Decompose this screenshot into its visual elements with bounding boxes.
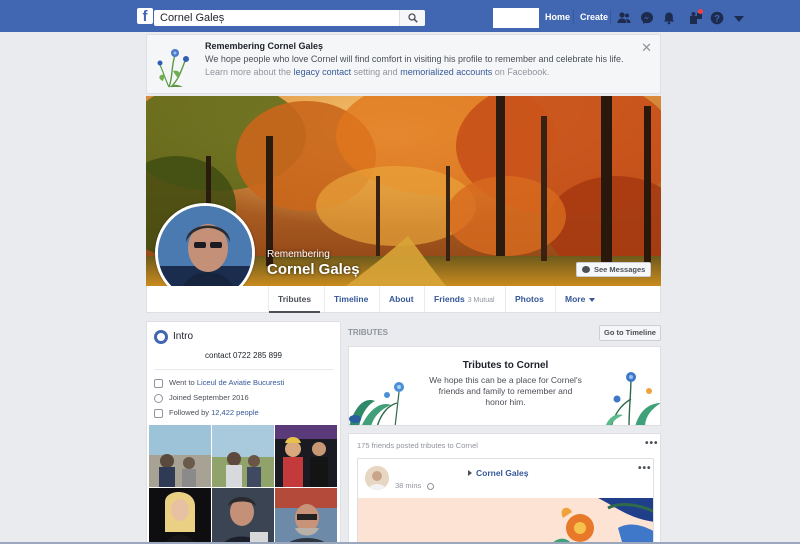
go-to-timeline-button[interactable]: Go to Timeline <box>599 325 661 341</box>
photo-image <box>212 425 274 487</box>
tab-about[interactable]: About <box>379 286 423 312</box>
photo-thumbnail[interactable] <box>212 425 274 487</box>
chevron-down-icon <box>589 297 596 302</box>
tributes-card-text: We hope this can be a place for Cornel's… <box>429 375 582 407</box>
rss-icon <box>154 408 163 418</box>
home-link[interactable]: Home <box>545 12 570 22</box>
create-link[interactable]: Create <box>580 12 608 22</box>
triangle-right-icon <box>468 470 472 476</box>
tab-photos[interactable]: Photos <box>505 286 553 312</box>
memorial-banner: Remembering Cornel Galeș We hope people … <box>146 34 661 94</box>
search-input[interactable] <box>154 10 399 26</box>
notification-badge <box>698 9 703 14</box>
flowers-right-icon <box>605 372 660 425</box>
see-messages-button[interactable]: See Messages <box>576 262 651 277</box>
clock-icon <box>154 393 163 403</box>
facebook-logo[interactable]: f <box>137 8 153 24</box>
photo-thumbnail[interactable] <box>149 488 211 543</box>
flowers-icon <box>157 49 189 88</box>
learn-more-middle: setting and <box>353 67 398 77</box>
profile-shortcut[interactable] <box>493 8 539 28</box>
search-icon <box>408 13 418 23</box>
photo-thumbnail[interactable] <box>212 488 274 543</box>
post-image[interactable] <box>358 498 653 543</box>
learn-more-suffix: on Facebook. <box>494 67 550 77</box>
help-icon[interactable]: ? <box>710 11 724 25</box>
tab-more[interactable]: More <box>555 286 604 312</box>
avatar[interactable] <box>365 466 389 490</box>
learn-more-prefix: Learn more about the <box>205 67 292 77</box>
chevron-down-icon[interactable] <box>732 13 746 27</box>
photo-image <box>212 488 274 543</box>
post-image-art <box>358 498 653 543</box>
photo-thumbnail[interactable] <box>275 488 337 543</box>
tab-label: Timeline <box>334 294 369 304</box>
photo-image <box>275 425 337 487</box>
flowers-left-icon <box>349 382 404 425</box>
intro-card: Intro contact 0722 285 899 Went to Liceu… <box>146 321 341 544</box>
avatar-image <box>365 466 389 490</box>
tab-tributes[interactable]: Tributes <box>268 286 321 313</box>
messenger-icon[interactable] <box>640 11 654 25</box>
messenger-icon <box>582 266 590 273</box>
joined-row: Joined September 2016 <box>154 393 249 403</box>
see-messages-label: See Messages <box>594 265 646 274</box>
tab-timeline[interactable]: Timeline <box>324 286 377 312</box>
photo-thumbnail[interactable] <box>149 425 211 487</box>
more-options-icon[interactable]: ••• <box>645 438 659 449</box>
school-link[interactable]: Liceul de Aviatie Bucuresti <box>197 378 284 387</box>
notifications-icon[interactable] <box>662 11 676 25</box>
profile-tabs: Tributes Timeline About Friends 3 Mutual … <box>146 286 661 313</box>
friends-icon[interactable] <box>617 11 631 25</box>
photo-thumbnail[interactable] <box>275 425 337 487</box>
profile-name[interactable]: Cornel Galeș <box>267 261 360 278</box>
graduation-cap-icon <box>154 378 163 388</box>
search-box <box>154 10 425 26</box>
photo-image <box>275 488 337 543</box>
post-author-name: Cornel Galeș <box>476 468 529 478</box>
tributes-intro-card: Tributes to Cornel We hope this can be a… <box>348 346 661 426</box>
followers-row: Followed by 12,422 people <box>154 408 259 418</box>
followers-link[interactable]: 12,422 people <box>211 408 259 417</box>
joined-text: Joined September 2016 <box>169 393 249 402</box>
banner-title: Remembering Cornel Galeș <box>205 41 324 51</box>
post-time-text[interactable]: 38 mins <box>395 481 421 490</box>
tab-friends[interactable]: Friends 3 Mutual <box>424 286 504 312</box>
tab-label: More <box>565 294 586 304</box>
tab-label: Friends <box>434 294 465 304</box>
globe-icon <box>427 482 435 490</box>
tab-label: About <box>389 294 414 304</box>
close-icon[interactable]: ✕ <box>641 40 652 56</box>
tributes-count-text: 175 friends posted tributes to Cornel <box>357 441 478 450</box>
globe-icon <box>154 330 168 344</box>
photo-image <box>149 425 211 487</box>
mutual-friends-count: 3 Mutual <box>467 297 495 304</box>
search-button[interactable] <box>399 10 425 26</box>
education-prefix: Went to <box>169 378 195 387</box>
intro-bio: contact 0722 285 899 <box>205 351 282 360</box>
tab-label: Photos <box>515 294 544 304</box>
photo-image <box>149 488 211 543</box>
post-author[interactable]: Cornel Galeș <box>468 468 528 478</box>
banner-learn-more: Learn more about the legacy contact sett… <box>205 67 549 77</box>
tributes-section-label: TRIBUTES <box>348 328 388 337</box>
intro-title: Intro <box>173 331 194 342</box>
memorialized-accounts-link[interactable]: memorialized accounts <box>400 67 492 77</box>
tributes-feed-card: 175 friends posted tributes to Cornel ••… <box>348 433 661 544</box>
banner-message: We hope people who love Cornel will find… <box>205 54 624 64</box>
legacy-contact-link[interactable]: legacy contact <box>294 67 352 77</box>
remembering-label: Remembering <box>267 249 330 260</box>
post-timestamp: 38 mins <box>395 481 435 490</box>
divider <box>154 369 334 370</box>
nav-separator <box>573 10 574 24</box>
tab-label: Tributes <box>278 294 312 304</box>
education-row: Went to Liceul de Aviatie Bucuresti <box>154 378 284 388</box>
svg-text:?: ? <box>714 14 720 25</box>
nav-separator <box>610 10 611 24</box>
top-navigation-bar: f Home Create ? <box>0 0 800 32</box>
tribute-post: Cornel Galeș 38 mins ••• <box>357 458 654 543</box>
more-options-icon[interactable]: ••• <box>638 463 652 474</box>
followers-prefix: Followed by <box>169 408 210 417</box>
